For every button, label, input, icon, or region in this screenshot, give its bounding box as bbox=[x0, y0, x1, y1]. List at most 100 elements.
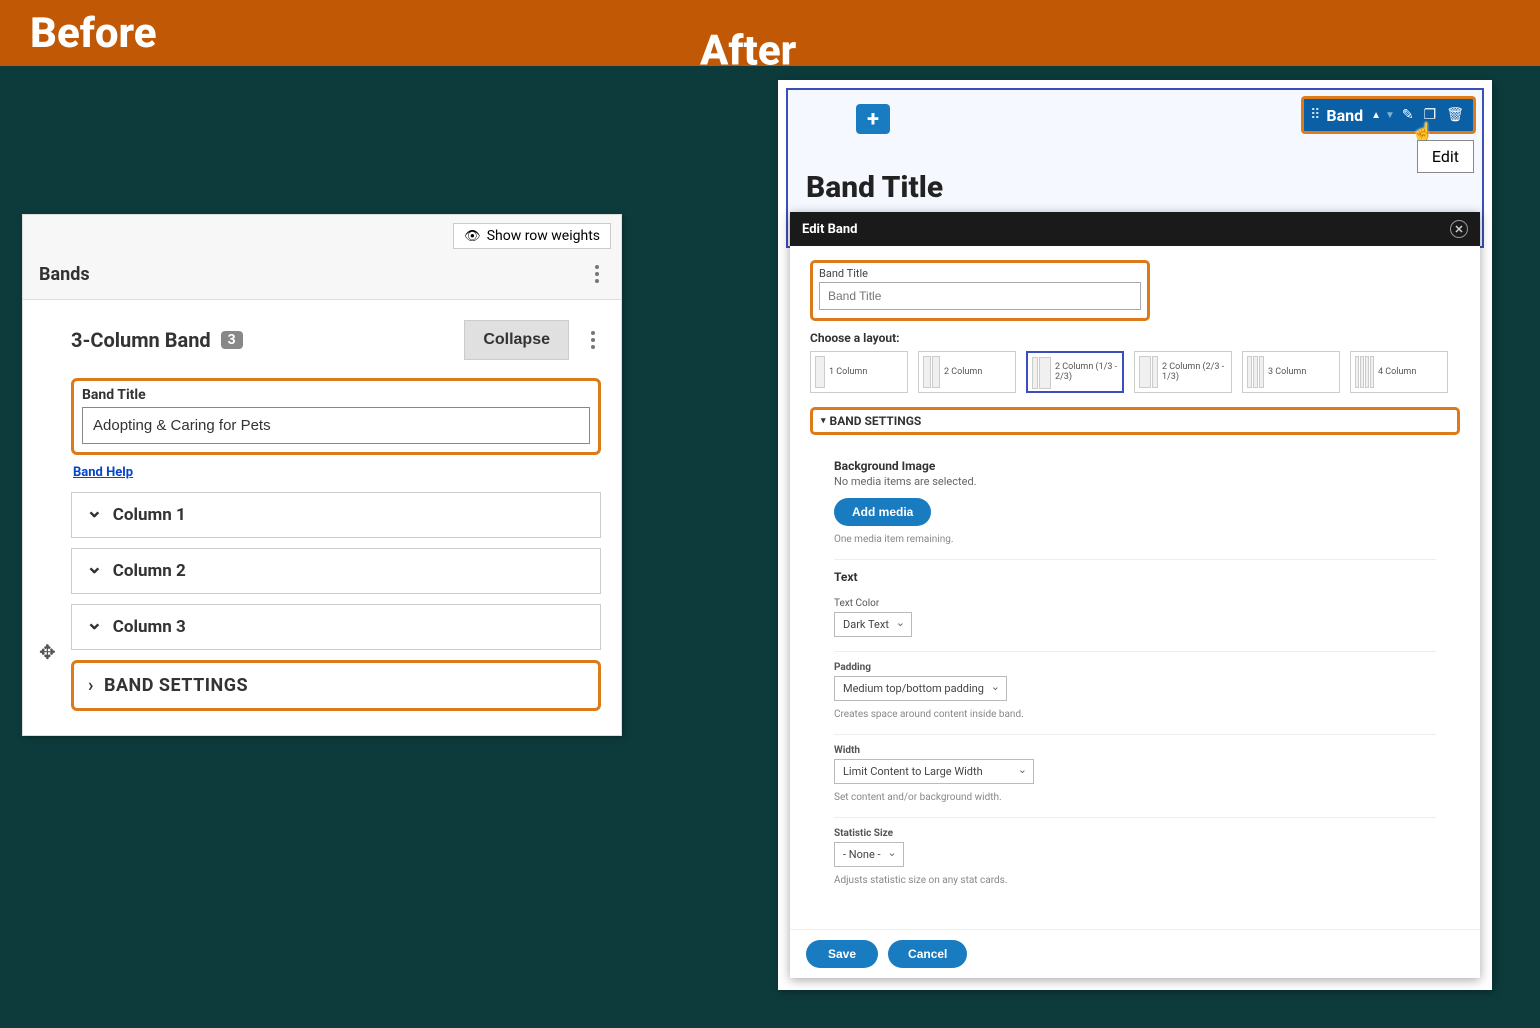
bands-menu-button[interactable] bbox=[589, 261, 605, 287]
width-select[interactable]: Limit Content to Large Width bbox=[834, 759, 1034, 784]
layout-options: 1 Column 2 Column 2 Column (1/3 - 2/3) 2 Co… bbox=[810, 351, 1460, 393]
text-heading: Text bbox=[834, 570, 1436, 584]
eye-icon bbox=[464, 228, 481, 244]
before-panel: Show row weights Bands 3-Column Band 3 C… bbox=[22, 214, 622, 736]
add-block-button[interactable]: + bbox=[856, 104, 890, 134]
layout-option-3[interactable]: 2 Column (2/3 - 1/3) bbox=[1134, 351, 1232, 393]
move-down-icon[interactable]: ▼ bbox=[1385, 110, 1395, 121]
cancel-button[interactable]: Cancel bbox=[888, 940, 967, 968]
modal-footer: Save Cancel bbox=[790, 929, 1480, 978]
add-media-button[interactable]: Add media bbox=[834, 498, 931, 526]
layout-thumb bbox=[923, 356, 940, 388]
column-2-row[interactable]: Column 2 bbox=[71, 548, 601, 594]
edit-icon[interactable]: ✎ bbox=[1399, 107, 1417, 123]
column-1-label: Column 1 bbox=[113, 505, 186, 525]
band-title-block: Band Title bbox=[71, 378, 601, 455]
move-up-icon[interactable]: ▲ bbox=[1371, 110, 1381, 121]
stat-label: Statistic Size bbox=[834, 828, 1436, 839]
band-card: 3-Column Band 3 Collapse Band Title Band… bbox=[23, 300, 621, 735]
modal-band-title-input[interactable] bbox=[819, 282, 1141, 310]
layout-option-2[interactable]: 2 Column (1/3 - 2/3) bbox=[1026, 351, 1124, 393]
chevron-right-icon bbox=[88, 675, 94, 696]
triangle-down-icon: ▾ bbox=[821, 416, 826, 426]
text-color-select[interactable]: Dark Text bbox=[834, 612, 912, 637]
band-name: 3-Column Band bbox=[71, 328, 211, 352]
background-image-group: Background Image No media items are sele… bbox=[834, 449, 1436, 560]
layout-option-label: 2 Column (2/3 - 1/3) bbox=[1162, 362, 1227, 382]
column-3-row[interactable]: Column 3 bbox=[71, 604, 601, 650]
bands-heading: Bands bbox=[39, 264, 90, 285]
show-row-weights-button[interactable]: Show row weights bbox=[453, 223, 611, 249]
band-toolbar: ⠿ Band ▲ ▼ ✎ ❐ 🗑 bbox=[1301, 96, 1476, 134]
modal-band-title-label: Band Title bbox=[819, 267, 1141, 280]
bg-image-label: Background Image bbox=[834, 459, 1436, 473]
chevron-down-icon bbox=[86, 505, 103, 525]
padding-hint: Creates space around content inside band… bbox=[834, 709, 1436, 720]
chevron-down-icon bbox=[86, 561, 103, 581]
band-title-heading: Band Title bbox=[806, 170, 943, 205]
choose-layout-label: Choose a layout: bbox=[810, 331, 1460, 345]
chevron-down-icon bbox=[86, 617, 103, 637]
statistic-group: Statistic Size - None - Adjusts statisti… bbox=[834, 818, 1436, 900]
stat-hint: Adjusts statistic size on any stat cards… bbox=[834, 875, 1436, 886]
band-menu-button[interactable] bbox=[585, 327, 601, 353]
band-settings-header-label: BAND SETTINGS bbox=[830, 414, 922, 428]
band-settings-header[interactable]: ▾ BAND SETTINGS bbox=[810, 407, 1460, 435]
padding-group: Padding Medium top/bottom padding Create… bbox=[834, 652, 1436, 735]
grip-icon[interactable]: ⠿ bbox=[1310, 107, 1318, 123]
media-remaining-hint: One media item remaining. bbox=[834, 534, 1436, 545]
band-card-header: 3-Column Band 3 Collapse bbox=[71, 320, 601, 360]
show-row-weights-label: Show row weights bbox=[487, 228, 600, 244]
settings-block: Background Image No media items are sele… bbox=[810, 449, 1460, 900]
before-label: Before bbox=[30, 9, 157, 58]
delete-icon[interactable]: 🗑 bbox=[1443, 107, 1467, 123]
band-title-field-block: Band Title bbox=[810, 260, 1150, 321]
band-help-link[interactable]: Band Help bbox=[73, 465, 133, 480]
stat-select[interactable]: - None - bbox=[834, 842, 904, 867]
padding-select[interactable]: Medium top/bottom padding bbox=[834, 676, 1007, 701]
column-1-row[interactable]: Column 1 bbox=[71, 492, 601, 538]
band-settings-label: BAND SETTINGS bbox=[104, 675, 248, 696]
width-hint: Set content and/or background width. bbox=[834, 792, 1436, 803]
plus-icon: + bbox=[867, 107, 879, 132]
drag-handle-icon[interactable]: ✥ bbox=[39, 640, 56, 664]
layout-option-0[interactable]: 1 Column bbox=[810, 351, 908, 393]
edit-band-modal: Edit Band ✕ Band Title Choose a layout: … bbox=[790, 212, 1480, 978]
band-settings-toggle[interactable]: BAND SETTINGS bbox=[71, 660, 601, 711]
width-group: Width Limit Content to Large Width Set c… bbox=[834, 735, 1436, 818]
duplicate-icon[interactable]: ❐ bbox=[1421, 107, 1440, 123]
layout-thumb bbox=[1139, 356, 1158, 388]
content-area: Show row weights Bands 3-Column Band 3 C… bbox=[0, 66, 1540, 1028]
layout-option-label: 2 Column (1/3 - 2/3) bbox=[1055, 362, 1118, 382]
modal-header: Edit Band ✕ bbox=[790, 212, 1480, 246]
column-count-badge: 3 bbox=[221, 331, 243, 349]
band-title-label: Band Title bbox=[82, 387, 590, 403]
after-panel: + ⠿ Band ▲ ▼ ✎ ❐ 🗑 ☝ Edit Band Title Edi… bbox=[778, 80, 1492, 990]
layout-thumb bbox=[1032, 357, 1051, 387]
column-3-label: Column 3 bbox=[113, 617, 186, 637]
comparison-header: Before After bbox=[0, 0, 1540, 66]
layout-option-label: 2 Column bbox=[944, 367, 982, 377]
collapse-button[interactable]: Collapse bbox=[464, 320, 569, 360]
layout-thumb bbox=[815, 356, 825, 388]
close-icon[interactable]: ✕ bbox=[1450, 220, 1468, 238]
layout-option-label: 1 Column bbox=[829, 367, 867, 377]
padding-label: Padding bbox=[834, 662, 1436, 673]
layout-option-5[interactable]: 4 Column bbox=[1350, 351, 1448, 393]
width-label: Width bbox=[834, 745, 1436, 756]
toolbar-band-label: Band bbox=[1322, 106, 1367, 125]
modal-title: Edit Band bbox=[802, 222, 857, 237]
layout-option-4[interactable]: 3 Column bbox=[1242, 351, 1340, 393]
layout-thumb bbox=[1355, 356, 1374, 388]
layout-option-label: 4 Column bbox=[1378, 367, 1416, 377]
column-2-label: Column 2 bbox=[113, 561, 186, 581]
text-group: Text Text Color Dark Text bbox=[834, 560, 1436, 652]
save-button[interactable]: Save bbox=[806, 940, 878, 968]
layout-thumb bbox=[1247, 356, 1264, 388]
band-title-input[interactable] bbox=[82, 407, 590, 444]
layout-option-1[interactable]: 2 Column bbox=[918, 351, 1016, 393]
text-color-label: Text Color bbox=[834, 598, 1436, 609]
bg-image-sub: No media items are selected. bbox=[834, 475, 1436, 488]
layout-option-label: 3 Column bbox=[1268, 367, 1306, 377]
edit-tooltip: Edit bbox=[1417, 140, 1474, 173]
